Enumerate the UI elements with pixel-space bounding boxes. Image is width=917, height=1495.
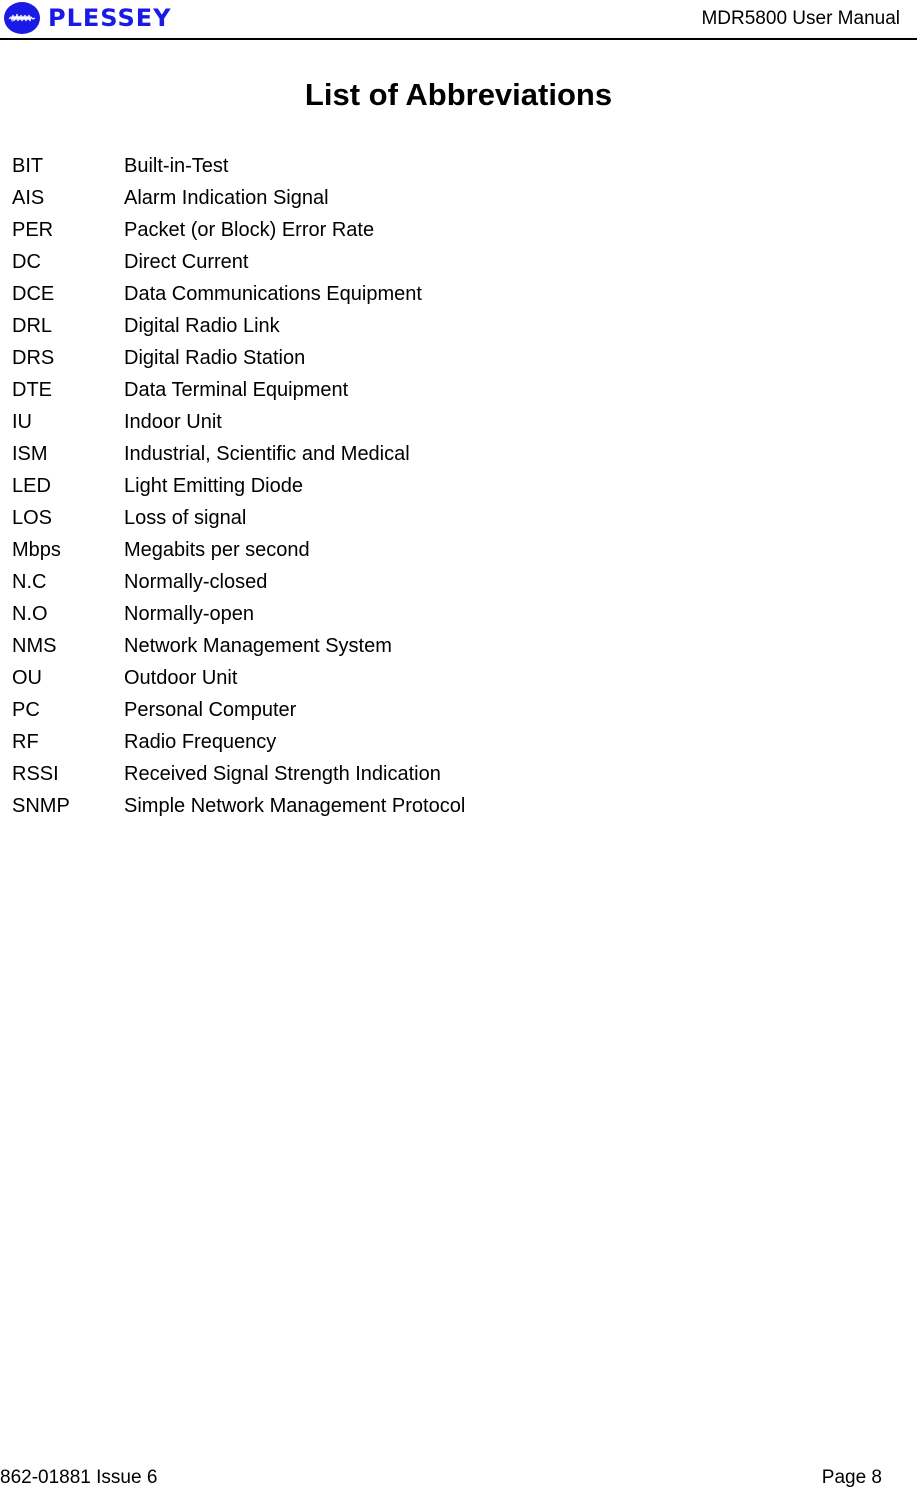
abbreviation-term: N.C <box>12 570 47 593</box>
abbreviation-row: NMS Network Management System <box>12 630 465 662</box>
abbreviation-definition: Loss of signal <box>124 506 247 529</box>
abbreviation-row: DCE Data Communications Equipment <box>12 278 465 310</box>
abbreviation-definition: Digital Radio Link <box>124 314 280 337</box>
abbreviation-term: IU <box>12 410 32 433</box>
abbreviation-row: LED Light Emitting Diode <box>12 470 465 502</box>
abbreviation-definition: Direct Current <box>124 250 249 273</box>
abbreviation-row: Mbps Megabits per second <box>12 534 465 566</box>
abbreviation-term: DCE <box>12 282 55 305</box>
abbreviation-term: BIT <box>12 154 44 177</box>
abbreviation-term: LOS <box>12 506 53 529</box>
abbreviation-term: DRS <box>12 346 55 369</box>
abbreviation-row: OU Outdoor Unit <box>12 662 465 694</box>
plessey-logo: PLESSEY <box>4 2 172 34</box>
abbreviation-definition: Built-in-Test <box>124 154 229 177</box>
abbreviation-definition: Alarm Indication Signal <box>124 186 329 209</box>
page-title: List of Abbreviations <box>304 77 613 112</box>
abbreviation-definition: Indoor Unit <box>124 410 222 433</box>
abbreviation-row: DC Direct Current <box>12 246 465 278</box>
abbreviation-definition: Data Terminal Equipment <box>124 378 349 401</box>
abbreviation-definition: Radio Frequency <box>124 730 277 753</box>
abbreviation-term: RSSI <box>12 762 59 785</box>
abbreviation-row: ISM Industrial, Scientific and Medical <box>12 438 465 470</box>
abbreviation-row: DRS Digital Radio Station <box>12 342 465 374</box>
abbreviation-row: PC Personal Computer <box>12 694 465 726</box>
document-title: MDR5800 User Manual <box>701 8 900 29</box>
abbreviation-definition: Digital Radio Station <box>124 346 306 369</box>
abbreviation-row: DRL Digital Radio Link <box>12 310 465 342</box>
abbreviation-definition: Simple Network Management Protocol <box>124 794 466 817</box>
abbreviation-term: N.O <box>12 602 48 625</box>
abbreviation-definition: Light Emitting Diode <box>124 474 303 497</box>
abbreviation-definition: Outdoor Unit <box>124 666 238 689</box>
page-number: Page 8 <box>821 1467 882 1488</box>
abbreviation-definition: Normally-open <box>124 602 255 625</box>
abbreviation-term: AIS <box>12 186 45 209</box>
abbreviation-term: SNMP <box>12 794 70 817</box>
waveform-globe-icon <box>4 2 40 34</box>
abbreviation-row: IU Indoor Unit <box>12 406 465 438</box>
abbreviation-definition: Industrial, Scientific and Medical <box>124 442 410 465</box>
abbreviation-row: N.O Normally-open <box>12 598 465 630</box>
abbreviation-term: DTE <box>12 378 52 401</box>
abbreviation-term: DRL <box>12 314 53 337</box>
abbreviation-term: DC <box>12 250 41 273</box>
abbreviation-definition: Packet (or Block) Error Rate <box>124 218 375 241</box>
abbreviation-definition: Data Communications Equipment <box>124 282 422 305</box>
abbreviation-term: LED <box>12 474 51 497</box>
abbreviation-definition: Network Management System <box>124 634 392 657</box>
abbreviation-row: RSSI Received Signal Strength Indication <box>12 758 465 790</box>
abbreviation-row: LOS Loss of signal <box>12 502 465 534</box>
page-header: PLESSEY MDR5800 User Manual <box>0 0 917 40</box>
abbreviation-row: SNMP Simple Network Management Protocol <box>12 790 465 822</box>
abbreviation-list: BIT Built-in-Test AIS Alarm Indication Sign… <box>12 150 465 822</box>
abbreviation-term: ISM <box>12 442 48 465</box>
abbreviation-row: RF Radio Frequency <box>12 726 465 758</box>
abbreviation-term: RF <box>12 730 39 753</box>
abbreviation-term: PER <box>12 218 54 241</box>
abbreviation-term: OU <box>12 666 42 689</box>
abbreviation-definition: Received Signal Strength Indication <box>124 762 441 785</box>
abbreviation-row: BIT Built-in-Test <box>12 150 465 182</box>
abbreviation-definition: Personal Computer <box>124 698 297 721</box>
abbreviation-row: N.C Normally-closed <box>12 566 465 598</box>
document-number: 862-01881 Issue 6 <box>0 1467 158 1488</box>
abbreviation-row: AIS Alarm Indication Signal <box>12 182 465 214</box>
abbreviation-term: NMS <box>12 634 57 657</box>
abbreviation-term: PC <box>12 698 40 721</box>
abbreviation-row: PER Packet (or Block) Error Rate <box>12 214 465 246</box>
logo-text: PLESSEY <box>48 4 172 32</box>
abbreviation-definition: Megabits per second <box>124 538 310 561</box>
abbreviation-row: DTE Data Terminal Equipment <box>12 374 465 406</box>
abbreviation-definition: Normally-closed <box>124 570 268 593</box>
header-divider <box>0 38 917 40</box>
abbreviation-term: Mbps <box>12 538 61 561</box>
